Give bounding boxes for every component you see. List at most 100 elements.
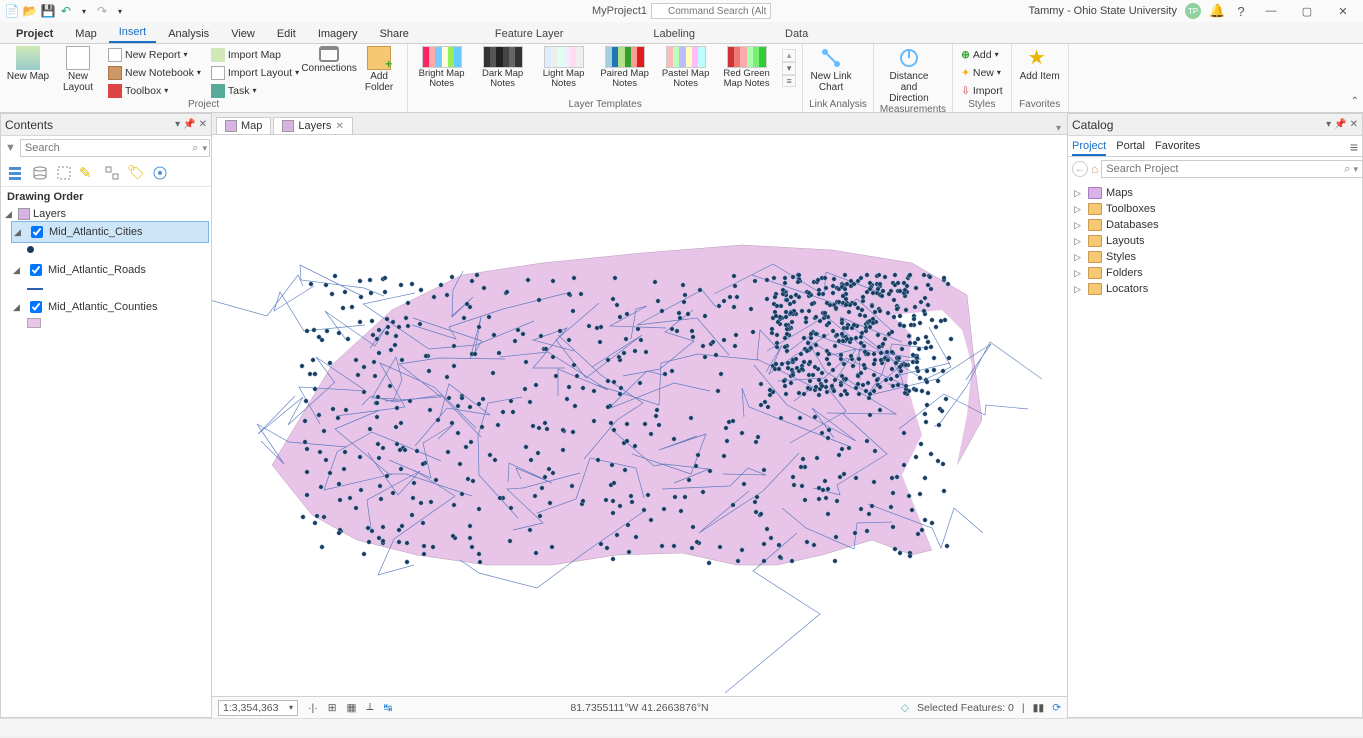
catalog-search-icon[interactable]: ⌕ [1344, 163, 1350, 176]
view-tab-layers[interactable]: Layers✕ [273, 117, 352, 134]
command-search-input[interactable] [651, 3, 771, 19]
close-button[interactable]: ✕ [1329, 5, 1357, 18]
view-options-icon[interactable]: ▾ [1056, 123, 1061, 134]
save-icon[interactable]: 💾 [40, 3, 56, 19]
catalog-item[interactable]: ▷Folders [1070, 265, 1360, 281]
search-icon[interactable]: ⌕ [192, 142, 198, 155]
catalog-tab-portal[interactable]: Portal [1116, 138, 1145, 156]
import-map-button[interactable]: Import Map [209, 46, 301, 63]
list-by-drawing-order-icon[interactable] [7, 164, 25, 182]
list-by-perception-icon[interactable] [151, 164, 169, 182]
task-button[interactable]: Task▾ [209, 82, 301, 99]
undo-menu-icon[interactable]: ▾ [76, 3, 92, 19]
styles-import-button[interactable]: ⇩Import [959, 82, 1005, 99]
filter-icon[interactable]: ▼ [5, 142, 16, 154]
tab-map[interactable]: Map [65, 25, 106, 43]
templates-down-icon[interactable]: ▾ [782, 62, 796, 75]
template-1[interactable]: Dark Map Notes [475, 46, 530, 89]
open-project-icon[interactable]: 📂 [22, 3, 38, 19]
new-project-icon[interactable]: 📄 [4, 3, 20, 19]
tab-view[interactable]: View [221, 25, 265, 43]
catalog-close-icon[interactable]: ✕ [1350, 119, 1358, 130]
layer-visibility-checkbox[interactable] [30, 264, 42, 276]
layer-visibility-checkbox[interactable] [31, 226, 43, 238]
styles-new-button[interactable]: ✦New▾ [959, 64, 1005, 81]
template-4[interactable]: Pastel Map Notes [658, 46, 713, 89]
avatar[interactable]: TP [1185, 3, 1201, 19]
templates-up-icon[interactable]: ▴ [782, 49, 796, 62]
layer-node[interactable]: ◢Mid_Atlantic_Cities [11, 221, 209, 243]
new-layout-button[interactable]: New Layout [56, 46, 100, 93]
catalog-item[interactable]: ▷Locators [1070, 281, 1360, 297]
pause-drawing-icon[interactable]: ▮▮ [1033, 702, 1045, 714]
catalog-item[interactable]: ▷Toolboxes [1070, 201, 1360, 217]
catalog-item[interactable]: ▷Maps [1070, 185, 1360, 201]
close-tab-icon[interactable]: ✕ [335, 121, 343, 132]
status-constraint-icon[interactable]: ⟂ [366, 701, 373, 714]
collapse-ribbon-icon[interactable]: ⌃ [1351, 96, 1359, 107]
minimize-button[interactable]: — [1257, 5, 1285, 17]
tab-project[interactable]: Project [6, 25, 63, 43]
notifications-icon[interactable]: 🔔 [1209, 3, 1225, 19]
maximize-button[interactable]: ▢ [1293, 5, 1321, 18]
import-layout-button[interactable]: Import Layout▾ [209, 64, 301, 81]
catalog-back-icon[interactable]: ← [1072, 161, 1088, 177]
catalog-pin-icon[interactable]: 📌 [1334, 119, 1346, 130]
status-grid-icon[interactable]: ▦ [347, 702, 357, 714]
tab-analysis[interactable]: Analysis [158, 25, 219, 43]
redo-icon[interactable]: ↷ [94, 3, 110, 19]
map-canvas[interactable] [212, 135, 1067, 696]
toolbox-button[interactable]: Toolbox▾ [106, 82, 203, 99]
styles-add-button[interactable]: ⊕Add▾ [959, 46, 1005, 63]
catalog-menu-icon[interactable]: ≡ [1350, 139, 1358, 155]
connections-button[interactable]: Connections [307, 46, 351, 74]
catalog-home-icon[interactable]: ⌂ [1091, 162, 1098, 176]
tab-edit[interactable]: Edit [267, 25, 306, 43]
tree-root[interactable]: ◢Layers [3, 207, 209, 221]
add-folder-button[interactable]: +Add Folder [357, 46, 401, 93]
template-5[interactable]: Red Green Map Notes [719, 46, 774, 89]
add-item-button[interactable]: ★Add Item [1018, 46, 1062, 82]
templates-more-icon[interactable]: ≡ [782, 75, 796, 87]
tab-imagery[interactable]: Imagery [308, 25, 368, 43]
status-correction-icon[interactable]: ↹ [383, 702, 392, 714]
list-by-labeling-icon[interactable]: 🏷 [127, 164, 145, 182]
catalog-dropdown-icon[interactable]: ▾ [1326, 119, 1331, 130]
contents-close-icon[interactable]: ✕ [199, 119, 207, 130]
catalog-tab-project[interactable]: Project [1072, 138, 1106, 156]
context-tab-feature-layer[interactable]: Feature Layer [481, 25, 577, 43]
template-2[interactable]: Light Map Notes [536, 46, 591, 89]
layer-visibility-checkbox[interactable] [30, 301, 42, 313]
contents-dropdown-icon[interactable]: ▾ [175, 119, 180, 130]
refresh-icon[interactable]: ⟳ [1052, 702, 1061, 714]
catalog-item[interactable]: ▷Databases [1070, 217, 1360, 233]
list-by-source-icon[interactable] [31, 164, 49, 182]
template-3[interactable]: Paired Map Notes [597, 46, 652, 89]
catalog-item[interactable]: ▷Layouts [1070, 233, 1360, 249]
list-by-selection-icon[interactable] [55, 164, 73, 182]
list-by-snapping-icon[interactable] [103, 164, 121, 182]
distance-direction-button[interactable]: Distance and Direction [880, 46, 938, 104]
help-icon[interactable]: ? [1233, 4, 1249, 19]
context-tab-labeling[interactable]: Labeling [639, 25, 709, 43]
list-by-editing-icon[interactable]: ✎ [79, 164, 97, 182]
context-tab-data[interactable]: Data [771, 25, 822, 43]
layer-node[interactable]: ◢Mid_Atlantic_Roads [11, 260, 209, 280]
view-tab-map[interactable]: Map [216, 117, 271, 134]
contents-search-menu-icon[interactable]: ▾ [202, 143, 207, 154]
tab-share[interactable]: Share [370, 25, 419, 43]
catalog-search-menu-icon[interactable]: ▾ [1353, 164, 1358, 175]
new-link-chart-button[interactable]: New Link Chart [809, 46, 853, 93]
status-tool-1[interactable]: ·|· [308, 702, 318, 714]
catalog-tab-favorites[interactable]: Favorites [1155, 138, 1200, 156]
undo-icon[interactable]: ↶ [58, 3, 74, 19]
contents-pin-icon[interactable]: 📌 [183, 119, 195, 130]
tab-insert[interactable]: Insert [109, 23, 157, 43]
redo-menu-icon[interactable]: ▾ [112, 3, 128, 19]
catalog-search-input[interactable] [1101, 160, 1363, 178]
status-snap-icon[interactable]: ⊞ [328, 702, 337, 714]
template-0[interactable]: Bright Map Notes [414, 46, 469, 89]
new-report-button[interactable]: New Report▾ [106, 46, 203, 63]
scale-selector[interactable]: 1:3,354,363▾ [218, 700, 298, 716]
layer-node[interactable]: ◢Mid_Atlantic_Counties [11, 297, 209, 317]
